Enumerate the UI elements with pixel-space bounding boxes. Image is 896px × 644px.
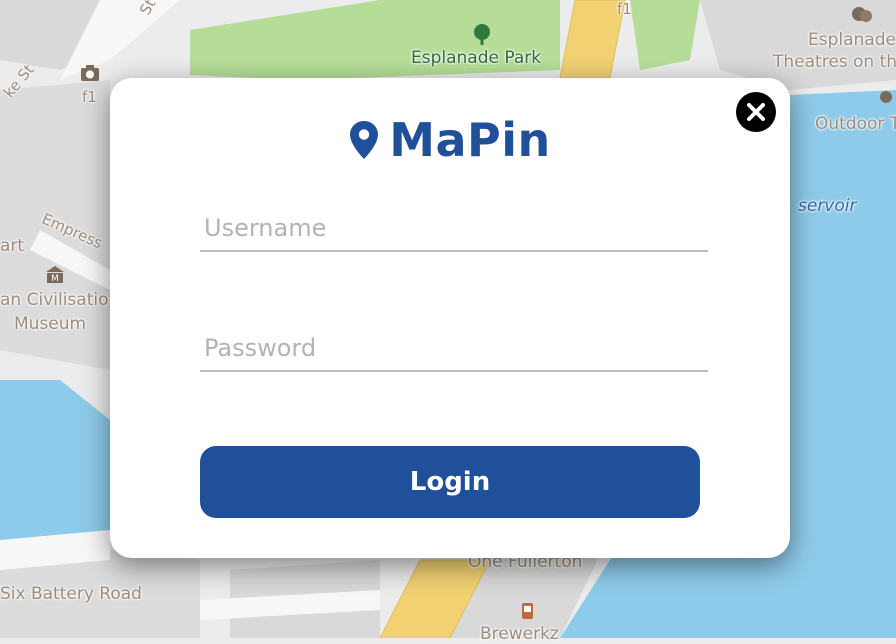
password-field [200,326,708,372]
close-icon [747,103,765,121]
beer-icon [522,603,533,619]
password-input[interactable] [200,326,708,370]
tree-icon [474,24,490,45]
map-label-reservoir: servoir [798,196,857,216]
map-label-f1-top: f1 [617,0,632,18]
map-label-esplanade: Esplanade [808,30,896,50]
close-button[interactable] [736,92,776,132]
map-pin-icon [350,121,379,159]
map-label-museum: Museum [14,314,87,334]
svg-text:M: M [51,274,59,284]
camera-icon [81,65,99,81]
map-label-six-battery-road: Six Battery Road [0,584,142,604]
username-field [200,206,708,252]
theatre-masks-icon [880,91,892,103]
app-name: MaPin [389,113,551,167]
map-label-civilisation: an Civilisatio [0,290,109,310]
map-label-f1-left: f1 [82,88,97,106]
theatre-masks-icon [852,7,872,22]
app-brand: MaPin [110,108,790,172]
museum-icon: M [46,266,64,284]
map-label-brewerkz: Brewerkz [480,624,559,644]
map-label-outdoor: Outdoor T [815,114,896,134]
map-label-art: art [0,236,25,256]
login-button[interactable]: Login [200,446,700,518]
username-input[interactable] [200,206,708,250]
map-label-theatres: Theatres on th [773,52,896,72]
map-label-esplanade-park: Esplanade Park [411,48,542,68]
